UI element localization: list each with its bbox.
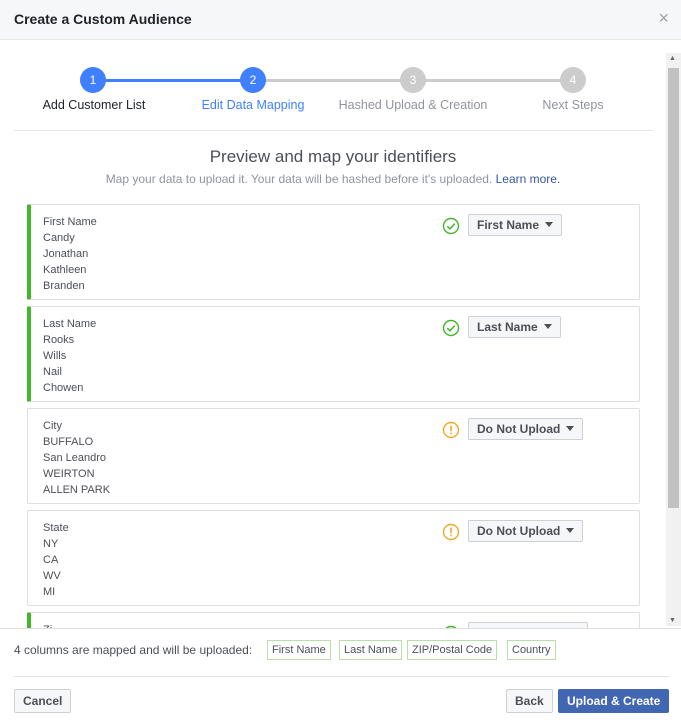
column-mapping-list[interactable]: First Name Candy Jonathan Kathleen Brand… [0, 196, 666, 628]
column-value: WV [43, 570, 61, 582]
chevron-down-icon [543, 324, 552, 329]
dropdown-selected-value: First Name [477, 218, 540, 232]
column-value: Branden [43, 280, 85, 292]
divider [14, 130, 653, 131]
column-header: Last Name [43, 318, 97, 330]
column-card-zip: Zi [27, 612, 640, 628]
column-header: First Name [43, 216, 97, 228]
warning-circle-icon [442, 421, 460, 439]
step-1-label: Add Customer List [42, 98, 146, 112]
step-3-label: Hashed Upload & Creation [338, 98, 488, 112]
column-value: WEIRTON [43, 468, 95, 480]
chevron-down-icon [566, 426, 575, 431]
column-card-state: State NY CA WV MI Do Not Upload [27, 510, 640, 606]
step-2-number: 2 [249, 73, 257, 87]
scroll-down-icon[interactable]: ▼ [669, 617, 676, 624]
mapped-chip-country: Country [507, 640, 556, 660]
column-value: BUFFALO [43, 436, 94, 448]
column-card-first-name: First Name Candy Jonathan Kathleen Brand… [27, 204, 640, 300]
custom-audience-dialog: Create a Custom Audience × ▲ ▼ 1 2 3 4 A… [0, 0, 681, 725]
chevron-down-icon [566, 528, 575, 533]
column-value: Chowen [43, 382, 84, 394]
column-value: Candy [43, 232, 75, 244]
subtitle-text: Map your data to upload it. Your data wi… [105, 172, 493, 186]
step-1-number: 1 [89, 73, 97, 87]
cancel-button[interactable]: Cancel [14, 689, 72, 713]
column-value: San Leandro [43, 452, 106, 464]
mapped-chip-zip: ZIP/Postal Code [407, 640, 498, 660]
column-header: State [43, 522, 69, 534]
column-value: Kathleen [43, 264, 87, 276]
step-3-dot: 3 [400, 67, 426, 93]
mapping-dropdown-first-name[interactable]: First Name [468, 214, 563, 236]
stepper-track-done [93, 79, 253, 82]
page-title: Preview and map your identifiers [209, 147, 457, 166]
mapping-dropdown-state[interactable]: Do Not Upload [468, 520, 584, 542]
column-value: ALLEN PARK [43, 484, 111, 496]
column-preview: First Name Candy Jonathan Kathleen Brand… [43, 214, 97, 294]
column-preview: Last Name Rooks Wills Nail Chowen [43, 316, 96, 396]
footer-divider [0, 628, 681, 629]
scrollbar-thumb[interactable] [668, 68, 679, 508]
warning-circle-icon [442, 523, 460, 541]
close-icon[interactable]: × [658, 9, 669, 27]
upload-create-button[interactable]: Upload & Create [558, 689, 670, 713]
check-circle-icon [442, 217, 460, 235]
check-circle-icon [442, 319, 460, 337]
step-2-label: Edit Data Mapping [201, 98, 305, 112]
back-button[interactable]: Back [506, 689, 553, 713]
mapped-summary: 4 columns are mapped and will be uploade… [14, 643, 253, 657]
column-value: NY [43, 538, 59, 550]
chevron-down-icon [545, 222, 554, 227]
column-value: Wills [43, 350, 67, 362]
column-card-last-name: Last Name Rooks Wills Nail Chowen Last N… [27, 306, 640, 402]
mapping-dropdown-city[interactable]: Do Not Upload [468, 418, 584, 440]
scrollbar[interactable]: ▲ ▼ [666, 53, 681, 626]
dropdown-selected-value: Last Name [477, 320, 538, 334]
column-value: CA [43, 554, 59, 566]
column-value: MI [43, 586, 56, 598]
step-4-dot: 4 [560, 67, 586, 93]
dialog-title: Create a Custom Audience [14, 11, 192, 27]
step-4-label: Next Steps [542, 98, 604, 112]
step-1-dot: 1 [80, 67, 106, 93]
dialog-header: Create a Custom Audience × [0, 0, 681, 40]
scroll-up-icon[interactable]: ▲ [669, 55, 676, 62]
column-value: Nail [43, 366, 62, 378]
step-4-number: 4 [569, 73, 577, 87]
dropdown-selected-value: Do Not Upload [477, 524, 561, 538]
column-card-city: City BUFFALO San Leandro WEIRTON ALLEN P… [27, 408, 640, 504]
step-3-number: 3 [409, 73, 417, 87]
column-preview: City BUFFALO San Leandro WEIRTON ALLEN P… [43, 418, 110, 498]
mapped-chip-last-name: Last Name [339, 640, 403, 660]
mapping-dropdown-last-name[interactable]: Last Name [468, 316, 561, 338]
column-value: Rooks [43, 334, 75, 346]
footer-divider [14, 676, 669, 677]
column-value: Jonathan [43, 248, 89, 260]
page-subtitle: Map your data to upload it. Your data wi… [0, 172, 666, 186]
step-2-dot: 2 [240, 67, 266, 93]
dropdown-selected-value: Do Not Upload [477, 422, 561, 436]
column-header: City [43, 420, 62, 432]
column-preview: State NY CA WV MI [43, 520, 69, 600]
mapped-chip-first-name: First Name [267, 640, 331, 660]
learn-more-link[interactable]: Learn more. [496, 172, 561, 186]
